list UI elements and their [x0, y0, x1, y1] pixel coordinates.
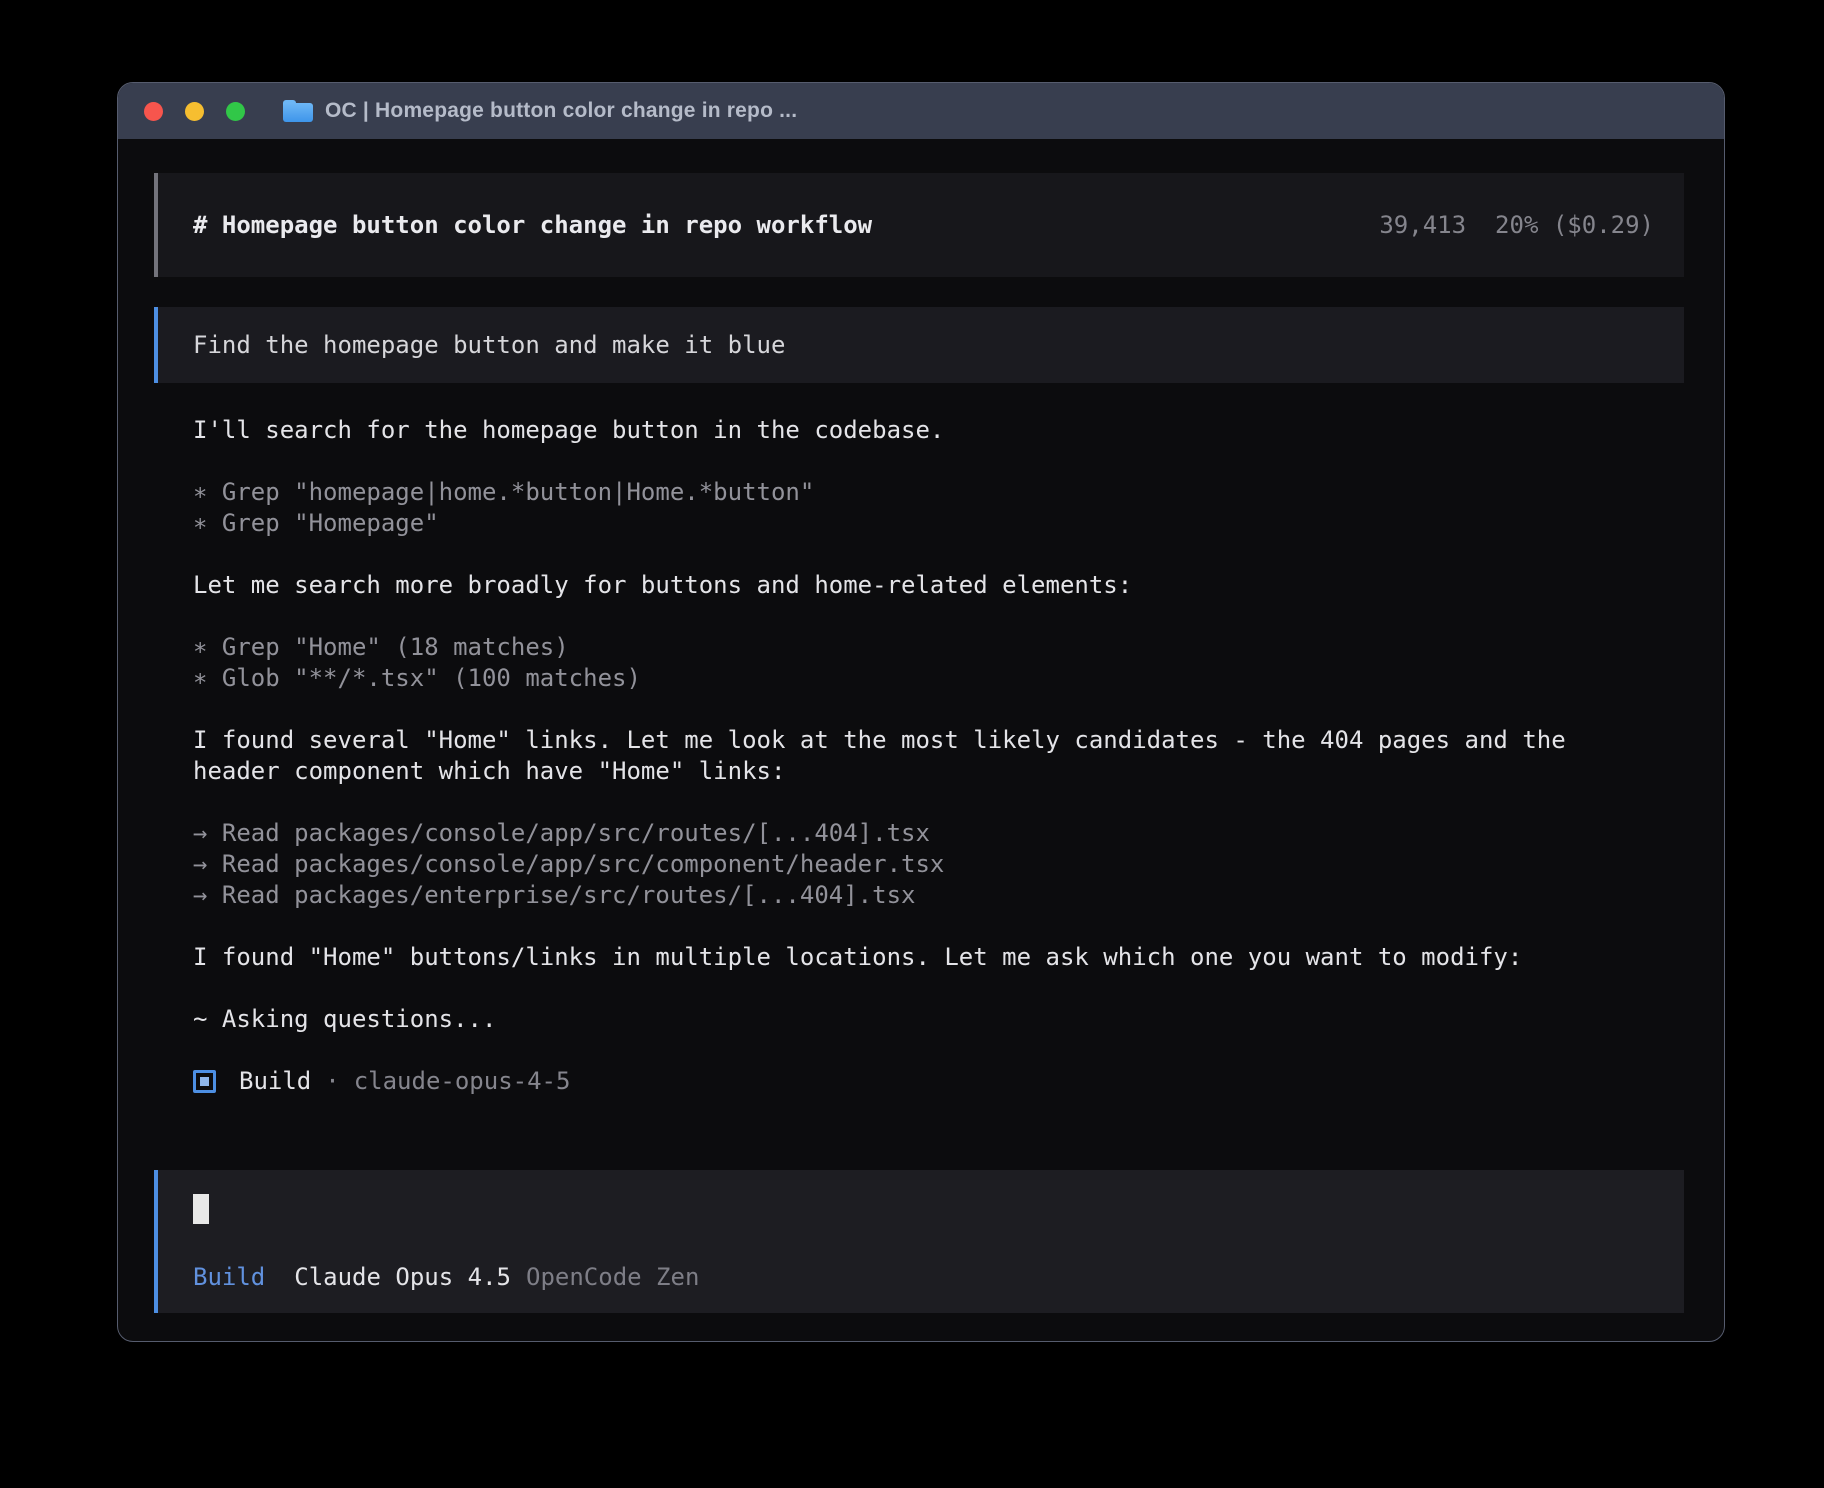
agent-status-row: Build · claude-opus-4-5 — [193, 1066, 1584, 1097]
text-cursor — [193, 1194, 209, 1224]
agent-separator: · — [325, 1066, 339, 1097]
shortcut-agents: tab agents — [1289, 1337, 1433, 1342]
tool-call-grep: ∗ Grep "homepage|home.*button|Home.*butt… — [193, 477, 1584, 508]
tool-call-read: → Read packages/console/app/src/routes/[… — [193, 818, 1584, 849]
agent-name: Build — [239, 1066, 311, 1097]
agent-model: claude-opus-4-5 — [354, 1066, 571, 1097]
close-button[interactable] — [144, 102, 163, 121]
model-label: Claude Opus 4.5 — [294, 1262, 511, 1293]
shortcut-key: esc — [329, 1337, 372, 1342]
window-title: OC | Homepage button color change in rep… — [325, 99, 797, 123]
shortcut-key: tab — [1289, 1337, 1332, 1342]
user-message: Find the homepage button and make it blu… — [154, 307, 1684, 383]
conversation: I'll search for the homepage button in t… — [154, 415, 1584, 1128]
shortcut-interrupt: esc interrupt — [329, 1337, 516, 1342]
context-usage: 20% ($0.29) — [1495, 210, 1654, 241]
session-stats: 39,413 20% ($0.29) — [1379, 210, 1654, 241]
build-agent-icon — [193, 1070, 216, 1093]
zoom-button[interactable] — [226, 102, 245, 121]
status-bar: esc interrupt ctrl+t variants tab agents… — [154, 1337, 1684, 1342]
shortcut-label: interrupt — [386, 1337, 516, 1342]
shortcut-variants: ctrl+t variants — [1039, 1337, 1255, 1342]
shortcut-key: ctrl+p — [1466, 1337, 1553, 1342]
session-header: # Homepage button color change in repo w… — [154, 173, 1684, 277]
user-message-text: Find the homepage button and make it blu… — [193, 330, 785, 361]
tool-call-grep: ∗ Grep "Home" (18 matches) — [193, 632, 1584, 663]
token-count: 39,413 — [1379, 210, 1466, 241]
tool-call-read: → Read packages/enterprise/src/routes/[.… — [193, 880, 1584, 911]
prompt-input[interactable]: Build Claude Opus 4.5 OpenCode Zen — [154, 1170, 1684, 1313]
tool-call-glob: ∗ Glob "**/*.tsx" (100 matches) — [193, 663, 1584, 694]
shortcut-key: ctrl+t — [1039, 1337, 1126, 1342]
status-left: esc interrupt — [166, 1337, 516, 1342]
minimize-button[interactable] — [185, 102, 204, 121]
shortcut-label: agents — [1346, 1337, 1433, 1342]
folder-icon — [283, 100, 313, 122]
shortcut-label: variants — [1140, 1337, 1256, 1342]
provider-label: OpenCode Zen — [526, 1262, 699, 1293]
session-title: # Homepage button color change in repo w… — [193, 210, 872, 241]
status-right: ctrl+t variants tab agents ctrl+p comman… — [1039, 1337, 1682, 1342]
assistant-text-line: Let me search more broadly for buttons a… — [193, 570, 1584, 601]
shortcut-commands: ctrl+p commands — [1466, 1337, 1682, 1342]
assistant-text-line: I found several "Home" links. Let me loo… — [193, 725, 1584, 787]
assistant-status-line: ~ Asking questions... — [193, 1004, 1584, 1035]
tool-call-read: → Read packages/console/app/src/componen… — [193, 849, 1584, 880]
title-bar[interactable]: OC | Homepage button color change in rep… — [118, 83, 1724, 139]
assistant-text-line: I'll search for the homepage button in t… — [193, 415, 1584, 446]
mode-label: Build — [193, 1262, 265, 1293]
terminal-content: # Homepage button color change in repo w… — [118, 139, 1724, 1342]
terminal-window: OC | Homepage button color change in rep… — [117, 82, 1725, 1342]
input-mode-row: Build Claude Opus 4.5 OpenCode Zen — [193, 1262, 1684, 1293]
tool-call-grep: ∗ Grep "Homepage" — [193, 508, 1584, 539]
window-controls — [144, 102, 245, 121]
assistant-text-line: I found "Home" buttons/links in multiple… — [193, 942, 1584, 973]
shortcut-label: commands — [1566, 1337, 1682, 1342]
